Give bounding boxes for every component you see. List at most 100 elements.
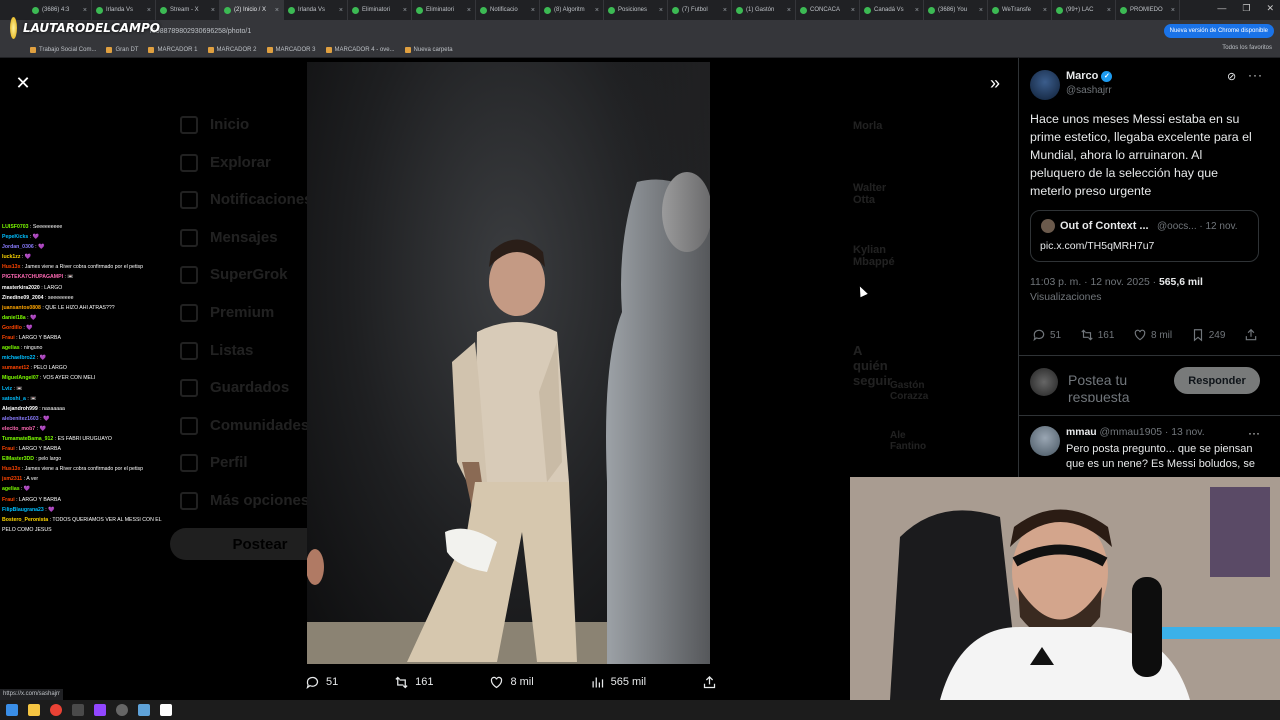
chat-username[interactable]: Fraui bbox=[2, 497, 15, 503]
tab-close-icon[interactable]: × bbox=[1171, 7, 1175, 14]
bookmark-item[interactable]: MARCADOR 1 bbox=[148, 46, 198, 53]
browser-tab[interactable]: (1) Gastón × bbox=[732, 0, 796, 20]
author-avatar[interactable] bbox=[1030, 70, 1060, 100]
browser-tab[interactable]: Canadá Vs × bbox=[860, 0, 924, 20]
panel-like-button[interactable]: 8 mil bbox=[1133, 328, 1172, 342]
chat-username[interactable]: Fraui bbox=[2, 335, 15, 341]
repost-action[interactable]: 161 bbox=[394, 675, 434, 690]
chat-username[interactable]: TumamateBama_912 bbox=[2, 436, 53, 442]
chat-username[interactable]: agelias bbox=[2, 486, 20, 492]
chat-username[interactable]: Lviz bbox=[2, 386, 12, 392]
chat-username[interactable]: sumanet12 bbox=[2, 365, 29, 371]
chat-username[interactable]: MiguelAngel07 bbox=[2, 375, 39, 381]
browser-tab[interactable]: Eliminatori × bbox=[348, 0, 412, 20]
bookmark-item[interactable]: MARCADOR 4 - ove... bbox=[325, 46, 395, 53]
bookmark-item[interactable]: Gran DT bbox=[106, 46, 138, 53]
browser-tab[interactable]: (99+) LAC × bbox=[1052, 0, 1116, 20]
tab-close-icon[interactable]: × bbox=[1043, 7, 1047, 14]
browser-tab[interactable]: Irlanda Vs × bbox=[284, 0, 348, 20]
browser-tab[interactable]: Stream - X × bbox=[156, 0, 220, 20]
panel-repost-button[interactable]: 161 bbox=[1080, 328, 1114, 342]
bookmark-item[interactable]: MARCADOR 3 bbox=[266, 46, 316, 53]
browser-tab[interactable]: WeTransfe × bbox=[988, 0, 1052, 20]
chat-username[interactable]: PepeKicks bbox=[2, 234, 28, 240]
expand-panel-icon[interactable]: » bbox=[984, 72, 1006, 94]
grok-icon[interactable]: ⊘ bbox=[1227, 70, 1236, 83]
chat-username[interactable]: Hus13x bbox=[2, 466, 20, 472]
author-handle[interactable]: @sashajrr bbox=[1066, 85, 1112, 96]
chat-username[interactable]: Alejandroh999 bbox=[2, 406, 38, 412]
chat-username[interactable]: Fraui bbox=[2, 446, 15, 452]
chrome-icon[interactable] bbox=[50, 704, 62, 716]
browser-tab[interactable]: PROMIEDO × bbox=[1116, 0, 1180, 20]
tab-close-icon[interactable]: × bbox=[403, 7, 407, 14]
maximize-icon[interactable]: ❐ bbox=[1242, 3, 1250, 14]
tab-close-icon[interactable]: × bbox=[211, 7, 215, 14]
tab-close-icon[interactable]: × bbox=[83, 7, 87, 14]
chat-username[interactable]: juansantos0808 bbox=[2, 305, 41, 311]
current-user-avatar[interactable] bbox=[1030, 368, 1058, 396]
all-bookmarks-button[interactable]: Todos los favoritos bbox=[1222, 45, 1272, 51]
bookmark-item[interactable]: MARCADOR 2 bbox=[207, 46, 257, 53]
capture-icon[interactable] bbox=[160, 704, 172, 716]
obs-icon[interactable] bbox=[116, 704, 128, 716]
chat-username[interactable]: michaelbro22 bbox=[2, 355, 35, 361]
tab-close-icon[interactable]: × bbox=[915, 7, 919, 14]
tab-close-icon[interactable]: × bbox=[979, 7, 983, 14]
browser-tab[interactable]: (3686) You × bbox=[924, 0, 988, 20]
panel-reply-button[interactable]: 51 bbox=[1032, 328, 1061, 342]
minimize-icon[interactable]: — bbox=[1217, 3, 1226, 14]
chat-username[interactable]: ElMaster3DD bbox=[2, 456, 34, 462]
chat-username[interactable]: LUISF0703 bbox=[2, 224, 29, 230]
browser-tab[interactable]: Posiciones × bbox=[604, 0, 668, 20]
chat-username[interactable]: daniel18a bbox=[2, 315, 26, 321]
app-icon[interactable] bbox=[72, 704, 84, 716]
tab-close-icon[interactable]: × bbox=[467, 7, 471, 14]
browser-tab[interactable]: CONCACA × bbox=[796, 0, 860, 20]
browser-tab[interactable]: Notificacio × bbox=[476, 0, 540, 20]
chat-username[interactable]: jsm2311 bbox=[2, 476, 22, 482]
views-action[interactable]: 565 mil bbox=[590, 675, 646, 690]
tab-close-icon[interactable]: × bbox=[595, 7, 599, 14]
author-name[interactable]: Marco ✓ bbox=[1066, 70, 1113, 82]
tab-close-icon[interactable]: × bbox=[275, 7, 279, 14]
tab-close-icon[interactable]: × bbox=[147, 7, 151, 14]
chat-username[interactable]: Hus13x bbox=[2, 264, 20, 270]
file-explorer-icon[interactable] bbox=[28, 704, 40, 716]
chat-username[interactable]: Bostero_Peronista bbox=[2, 517, 48, 523]
browser-tab[interactable]: (7) Futbol × bbox=[668, 0, 732, 20]
browser-tab[interactable]: (2) Inicio / X × bbox=[220, 0, 284, 20]
chat-username[interactable]: masterkira2020 bbox=[2, 285, 40, 291]
reply-action[interactable]: 51 bbox=[305, 675, 338, 690]
panel-bookmark-button[interactable]: 249 bbox=[1191, 328, 1225, 342]
tab-close-icon[interactable]: × bbox=[851, 7, 855, 14]
tab-close-icon[interactable]: × bbox=[723, 7, 727, 14]
chat-username[interactable]: Gordillo bbox=[2, 325, 22, 331]
chat-username[interactable]: PIGTEKA7CHUPAGAMPI bbox=[2, 274, 63, 280]
quote-link[interactable]: pic.x.com/TH5qMRH7u7 bbox=[1040, 240, 1154, 252]
chrome-update-chip[interactable]: Nueva versión de Chrome disponible bbox=[1163, 24, 1274, 38]
reply-button[interactable]: Responder bbox=[1174, 367, 1260, 394]
editor-icon[interactable] bbox=[138, 704, 150, 716]
tab-close-icon[interactable]: × bbox=[531, 7, 535, 14]
reply-input[interactable]: Postea tu respuesta bbox=[1068, 372, 1178, 402]
browser-tab[interactable]: (8) Algoritm × bbox=[540, 0, 604, 20]
tab-close-icon[interactable]: × bbox=[787, 7, 791, 14]
chat-username[interactable]: alebenitez1603 bbox=[2, 416, 39, 422]
panel-share-button[interactable] bbox=[1244, 328, 1258, 342]
chat-username[interactable]: Jordan_0306 bbox=[2, 244, 34, 250]
quoted-tweet-card[interactable] bbox=[1030, 210, 1259, 262]
windows-start-icon[interactable] bbox=[6, 704, 18, 716]
bookmark-item[interactable]: Nueva carpeta bbox=[404, 46, 453, 53]
share-action[interactable] bbox=[702, 675, 717, 690]
chat-username[interactable]: Zinedine09_2004 bbox=[2, 295, 44, 301]
chat-username[interactable]: satoshi_a bbox=[2, 396, 26, 402]
reply-more-icon[interactable]: ··· bbox=[1248, 426, 1260, 440]
address-bar[interactable]: /198878980293069​6258/photo/1 bbox=[0, 20, 1280, 42]
bookmark-item[interactable]: Trabajo Social Com... bbox=[30, 46, 96, 53]
chat-username[interactable]: luck1zz bbox=[2, 254, 20, 260]
reply-author-name[interactable]: mmau bbox=[1066, 427, 1097, 438]
close-window-icon[interactable]: ✕ bbox=[1266, 3, 1274, 14]
close-viewer-icon[interactable]: ✕ bbox=[12, 72, 34, 94]
chat-username[interactable]: agelias bbox=[2, 345, 20, 351]
